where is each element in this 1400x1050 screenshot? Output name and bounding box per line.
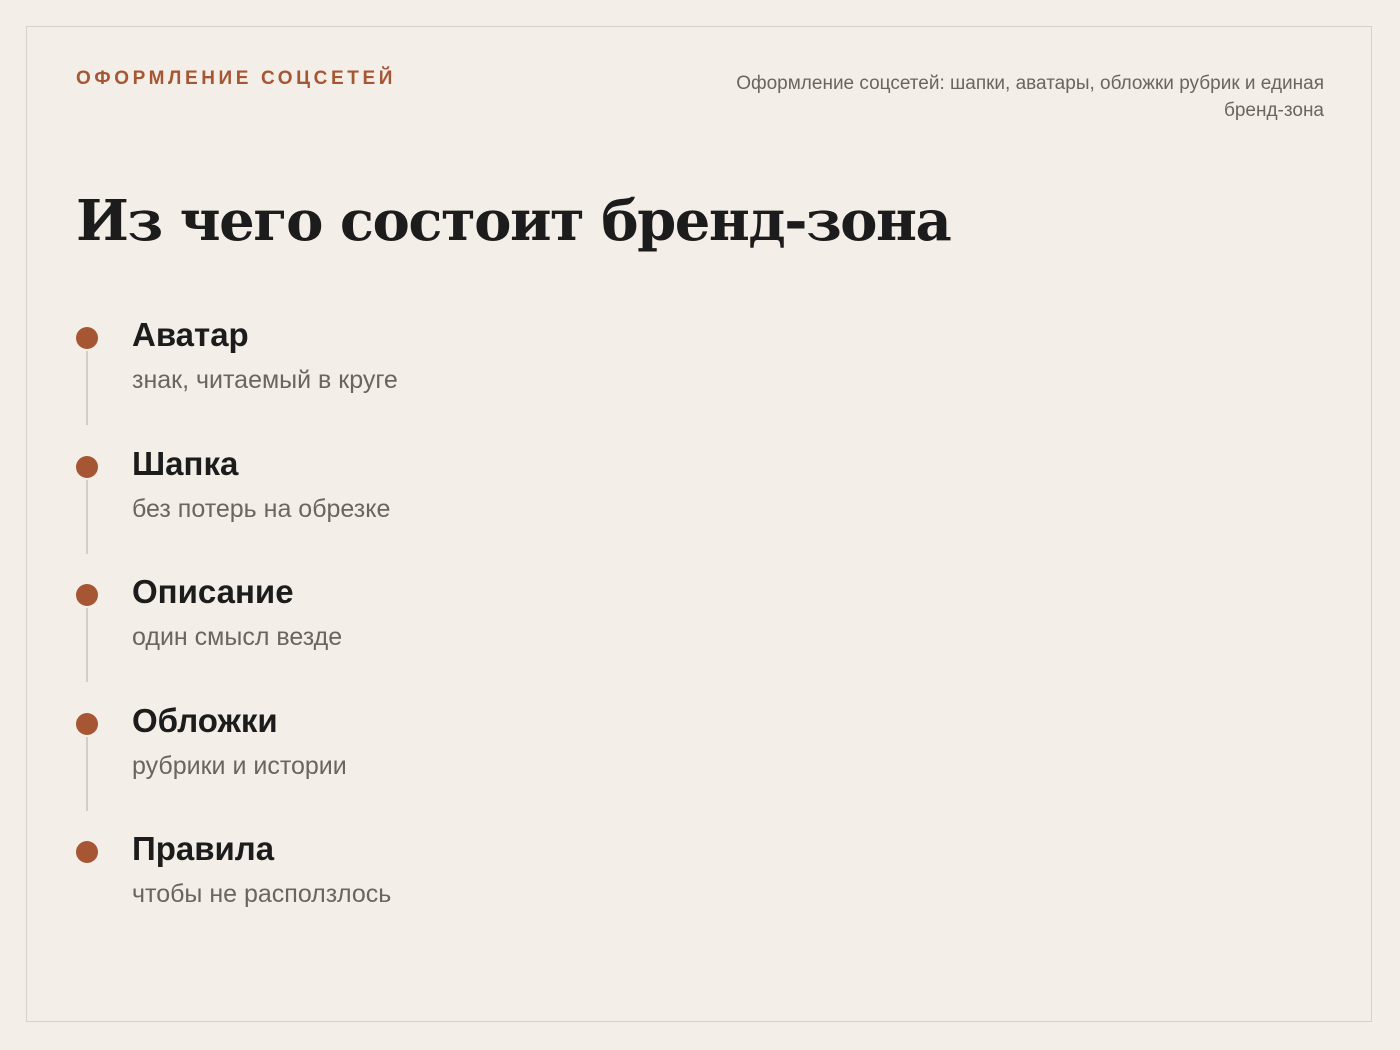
timeline-item-title: Шапка <box>132 444 239 482</box>
timeline-dot <box>76 327 98 349</box>
timeline-item-description: без потерь на обрезке <box>132 494 391 523</box>
timeline-item-rules: Правила чтобы не расползлось <box>76 830 976 959</box>
slide-subtitle: Оформление соцсетей: шапки, аватары, обл… <box>736 73 1324 121</box>
timeline-item-covers: Обложки рубрики и истории <box>76 702 976 831</box>
timeline-dot <box>76 841 98 863</box>
timeline-connector <box>86 479 88 554</box>
timeline-item-title: Описание <box>132 573 294 610</box>
timeline-item-description: чтобы не расползлось <box>132 880 392 908</box>
timeline-dot <box>76 455 98 478</box>
timeline-item-title: Правила <box>132 830 275 867</box>
timeline-connector <box>86 608 88 682</box>
timeline-item-description: рубрики и истории <box>132 751 347 780</box>
timeline-item-description: Описание один смысл везде <box>76 573 976 702</box>
timeline-item-title: Обложки <box>132 701 278 739</box>
brand-zone-timeline: Аватар знак, читаемый в круге Шапка без … <box>76 316 976 959</box>
timeline-item-avatar: Аватар знак, читаемый в круге <box>76 316 976 445</box>
timeline-item-description: знак, читаемый в круге <box>132 366 398 394</box>
timeline-item-description: один смысл везде <box>132 623 343 651</box>
timeline-dot <box>76 712 98 735</box>
timeline-dot <box>76 584 98 606</box>
timeline-item-header: Шапка без потерь на обрезке <box>76 445 976 574</box>
page-title: Из чего состоит бренд-зона <box>76 188 952 254</box>
timeline-connector <box>86 736 88 811</box>
timeline-item-title: Аватар <box>132 316 249 353</box>
section-label: ОФОРМЛЕНИЕ СОЦСЕТЕЙ <box>76 68 396 89</box>
timeline-connector <box>86 351 88 425</box>
